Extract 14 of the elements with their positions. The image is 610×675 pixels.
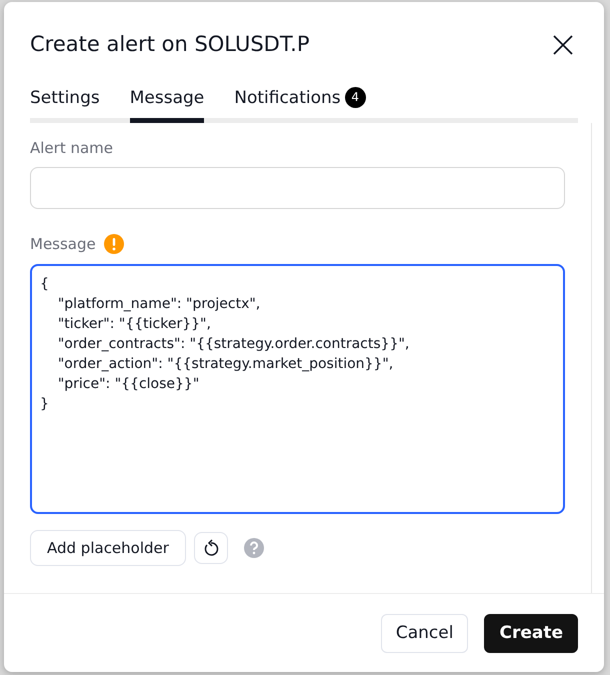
cancel-button[interactable]: Cancel: [380, 614, 468, 653]
create-button[interactable]: Create: [484, 614, 578, 653]
tab[interactable]: Message: [130, 86, 204, 122]
reset-icon: [202, 538, 219, 557]
tab[interactable]: Settings: [30, 86, 100, 122]
add-placeholder-button[interactable]: Add placeholder: [30, 530, 186, 566]
count-badge: 4: [344, 87, 366, 108]
field-label: Message: [30, 234, 96, 255]
alert-name-field[interactable]: [30, 167, 565, 209]
field-label: Alert name: [30, 138, 114, 158]
message-field[interactable]: { "platform_name": "projectx", "ticker": "{{ticker}}", "order_contracts": "{{strategy.order.contracts}}", "order_action": "{{strategy.market_position}}", "price": "{{close}}" }: [30, 264, 565, 514]
reset-button[interactable]: [194, 532, 228, 564]
tab[interactable]: Notifications 4: [234, 86, 366, 122]
dialog-title: Create alert on SOLUSDT.P: [30, 32, 310, 58]
